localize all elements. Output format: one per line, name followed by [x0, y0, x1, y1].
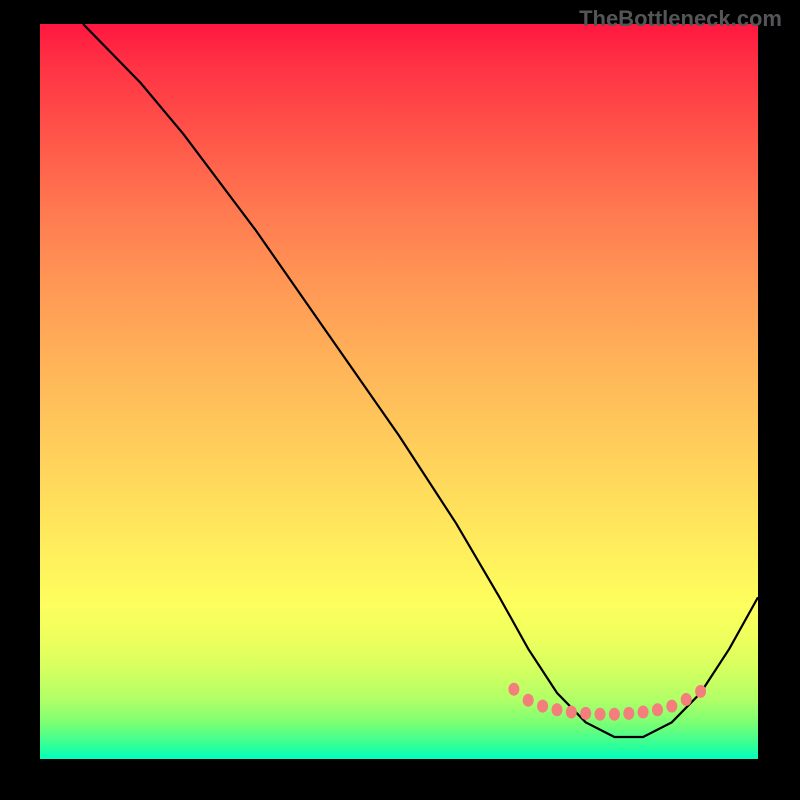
curve-marker: [552, 703, 563, 716]
curve-marker: [638, 706, 649, 719]
curve-marker: [537, 700, 548, 713]
curve-marker: [508, 683, 519, 696]
curve-marker: [566, 706, 577, 719]
bottleneck-curve-line: [83, 24, 758, 737]
curve-marker: [580, 707, 591, 720]
chart-plot-area: [40, 24, 758, 759]
curve-marker: [695, 685, 706, 698]
curve-marker: [681, 693, 692, 706]
marker-group: [508, 683, 706, 721]
curve-marker: [666, 700, 677, 713]
curve-marker: [523, 694, 534, 707]
curve-marker: [595, 708, 606, 721]
curve-marker: [652, 703, 663, 716]
chart-svg: [40, 24, 758, 759]
curve-marker: [623, 707, 634, 720]
curve-marker: [609, 708, 620, 721]
attribution-text: TheBottleneck.com: [579, 6, 782, 32]
